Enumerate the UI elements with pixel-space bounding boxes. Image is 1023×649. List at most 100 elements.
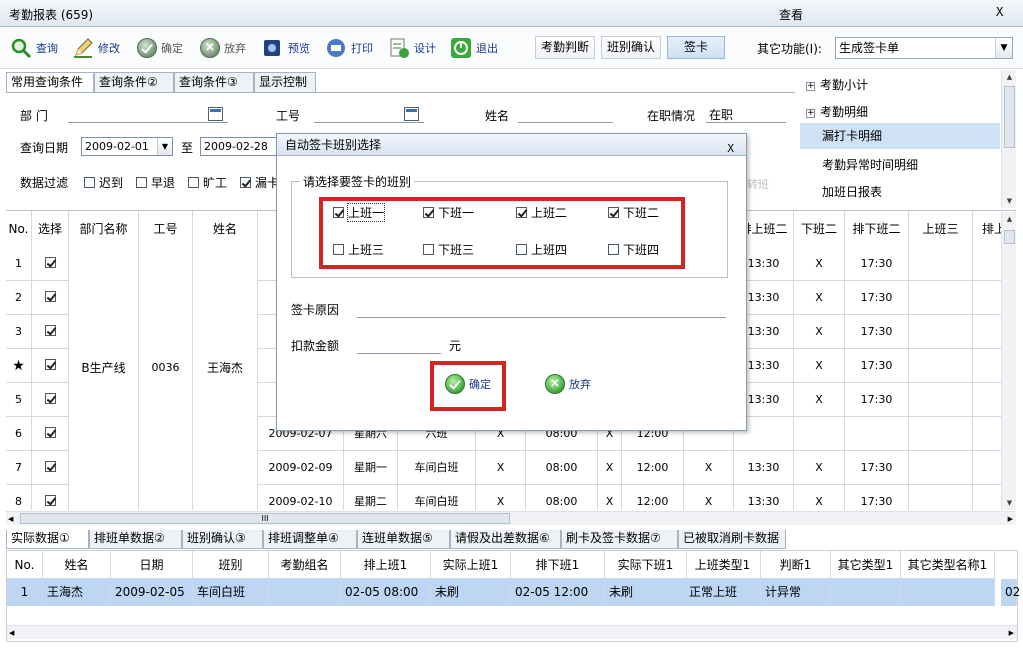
attendance-judge-button[interactable]: 考勤判断	[535, 36, 595, 59]
shift-confirm-button[interactable]: 班别确认	[601, 36, 661, 59]
scroll-down-icon[interactable]: ▼	[1002, 496, 1017, 510]
grid-header-cell[interactable]: 姓名	[193, 211, 258, 247]
tab-actual-data[interactable]: 实际数据①	[6, 530, 89, 549]
tab-shift-confirm[interactable]: 班别确认③	[182, 530, 263, 549]
checkbox-box[interactable]	[516, 207, 527, 218]
confirm-button[interactable]: 确定	[137, 35, 183, 61]
dialog-close-button[interactable]: X	[727, 138, 734, 160]
detail-cell[interactable]: 2009-02-05	[111, 579, 193, 606]
dept-input[interactable]	[68, 105, 228, 123]
shift-checkbox-7[interactable]: 上班四	[516, 241, 567, 258]
sign-card-button[interactable]: 签卡	[667, 36, 725, 59]
detail-header-cell[interactable]: 上班类型1	[685, 551, 761, 579]
scroll-left-icon[interactable]: ◀	[8, 512, 13, 526]
shift-checkbox-1[interactable]: 上班一	[333, 203, 386, 222]
detail-cell[interactable]: 车间白班	[193, 579, 269, 606]
detail-cell[interactable]: 02	[1001, 579, 1020, 606]
dialog-cancel-button[interactable]: × 放弃	[545, 374, 591, 394]
row-select-cell[interactable]	[32, 417, 69, 451]
sign-reason-input[interactable]	[357, 300, 726, 318]
filter-missing-checkbox[interactable]: 漏卡	[240, 174, 279, 191]
shift-checkbox-8[interactable]: 下班四	[608, 241, 659, 258]
row-select-cell[interactable]	[32, 247, 69, 281]
detail-header-cell[interactable]: 其它类型名称1	[901, 551, 995, 579]
detail-cell[interactable]: 未刷	[431, 579, 511, 606]
checkbox-box[interactable]	[333, 244, 344, 255]
grid-vertical-scrollbar[interactable]: ▲ ▼	[1001, 212, 1016, 510]
checkbox-box[interactable]	[84, 177, 95, 188]
scroll-up-icon[interactable]: ▲	[1002, 212, 1017, 226]
detail-cell[interactable]: 未刷	[605, 579, 687, 606]
detail-cell[interactable]: 计异常	[761, 579, 831, 606]
checkbox-box[interactable]	[136, 177, 147, 188]
row-select-checkbox[interactable]	[44, 359, 56, 370]
shift-checkbox-2[interactable]: 下班一	[423, 204, 474, 221]
expand-icon[interactable]: +	[806, 109, 815, 118]
detail-cell[interactable]	[269, 579, 341, 606]
checkbox-box[interactable]	[240, 177, 251, 188]
detail-cell[interactable]: 王海杰	[43, 579, 111, 606]
grid-header-cell[interactable]: No.	[6, 211, 32, 247]
row-select-checkbox[interactable]	[44, 393, 56, 404]
expand-icon[interactable]: +	[806, 82, 815, 91]
detail-header-cell[interactable]: 姓名	[43, 551, 111, 579]
chevron-down-icon[interactable]: ▼	[995, 38, 1012, 58]
row-select-cell[interactable]	[32, 451, 69, 485]
detail-cell[interactable]	[901, 579, 995, 606]
scroll-thumb[interactable]: III	[20, 513, 510, 524]
detail-header-cell[interactable]: 其它类型1	[831, 551, 901, 579]
exit-button[interactable]: 退出	[450, 35, 498, 61]
detail-header-cell[interactable]: 实际上班1	[431, 551, 511, 579]
detail-header-cell[interactable]: 日期	[111, 551, 193, 579]
dept-picker-icon[interactable]	[208, 107, 223, 121]
grid-header-cell[interactable]: 工号	[139, 211, 193, 247]
detail-cell[interactable]: 02-05 08:00	[341, 579, 431, 606]
name-input[interactable]	[518, 105, 613, 123]
date-to-picker[interactable]: 2009-02-28	[200, 137, 280, 156]
checkbox-box[interactable]	[608, 244, 619, 255]
deduction-input[interactable]	[357, 336, 441, 354]
tab-consecutive-shift[interactable]: 连班单数据⑤	[357, 530, 450, 549]
detail-header-cell[interactable]: 实际下班1	[605, 551, 687, 579]
other-functions-select[interactable]: 生成签卡单 ▼	[835, 37, 1013, 59]
checkbox-box[interactable]	[423, 244, 434, 255]
tab-common-query[interactable]: 常用查询条件	[6, 72, 94, 93]
detail-cell[interactable]: 02-05 12:00	[511, 579, 605, 606]
checkbox-box[interactable]	[516, 244, 527, 255]
grid-header-cell[interactable]: 上班三	[909, 211, 973, 247]
design-button[interactable]: 设计	[388, 35, 436, 61]
scroll-down-icon[interactable]: ▼	[1002, 194, 1017, 208]
row-select-checkbox[interactable]	[44, 291, 56, 302]
tab-punch-sign-data[interactable]: 刷卡及签卡数据⑦	[561, 530, 678, 549]
detail-cell[interactable]	[831, 579, 901, 606]
row-select-checkbox[interactable]	[44, 325, 56, 336]
detail-header-cell[interactable]: 排下班1	[511, 551, 605, 579]
status-input[interactable]: 在职	[706, 105, 786, 123]
checkbox-box[interactable]	[188, 177, 199, 188]
row-select-cell[interactable]	[32, 281, 69, 315]
tab-query-2[interactable]: 查询条件②	[94, 72, 174, 92]
scroll-up-icon[interactable]: ▲	[1002, 70, 1017, 84]
detail-horizontal-scrollbar[interactable]: ◀ ▶	[7, 625, 1017, 639]
grid-header-cell[interactable]: 下班二	[794, 211, 845, 247]
filter-early-checkbox[interactable]: 早退	[136, 174, 175, 191]
grid-horizontal-scrollbar[interactable]: ◀ III ▶	[6, 511, 1016, 525]
report-list-scrollbar[interactable]: ▲ ▼	[1001, 70, 1016, 208]
detail-cell[interactable]: 正常上班	[685, 579, 761, 606]
tab-display-control[interactable]: 显示控制	[254, 72, 316, 92]
row-select-checkbox[interactable]	[44, 427, 56, 438]
scroll-right-icon[interactable]: ▶	[1009, 626, 1014, 640]
query-button[interactable]: 查询	[10, 35, 58, 61]
detail-header-cell[interactable]: 判断1	[761, 551, 831, 579]
row-select-cell[interactable]	[32, 485, 69, 510]
discard-button[interactable]: × 放弃	[200, 35, 246, 61]
detail-cell[interactable]: 1	[7, 579, 43, 606]
shift-checkbox-3[interactable]: 上班二	[516, 204, 567, 221]
grid-header-cell[interactable]: 排下班二	[845, 211, 909, 247]
checkbox-box[interactable]	[423, 207, 434, 218]
detail-header-cell[interactable]: 考勤组名	[269, 551, 341, 579]
detail-header-cell[interactable]: 排上班1	[341, 551, 431, 579]
grid-header-cell[interactable]: 部门名称	[69, 211, 139, 247]
row-select-checkbox[interactable]	[44, 461, 56, 472]
print-button[interactable]: 打印	[325, 35, 373, 61]
